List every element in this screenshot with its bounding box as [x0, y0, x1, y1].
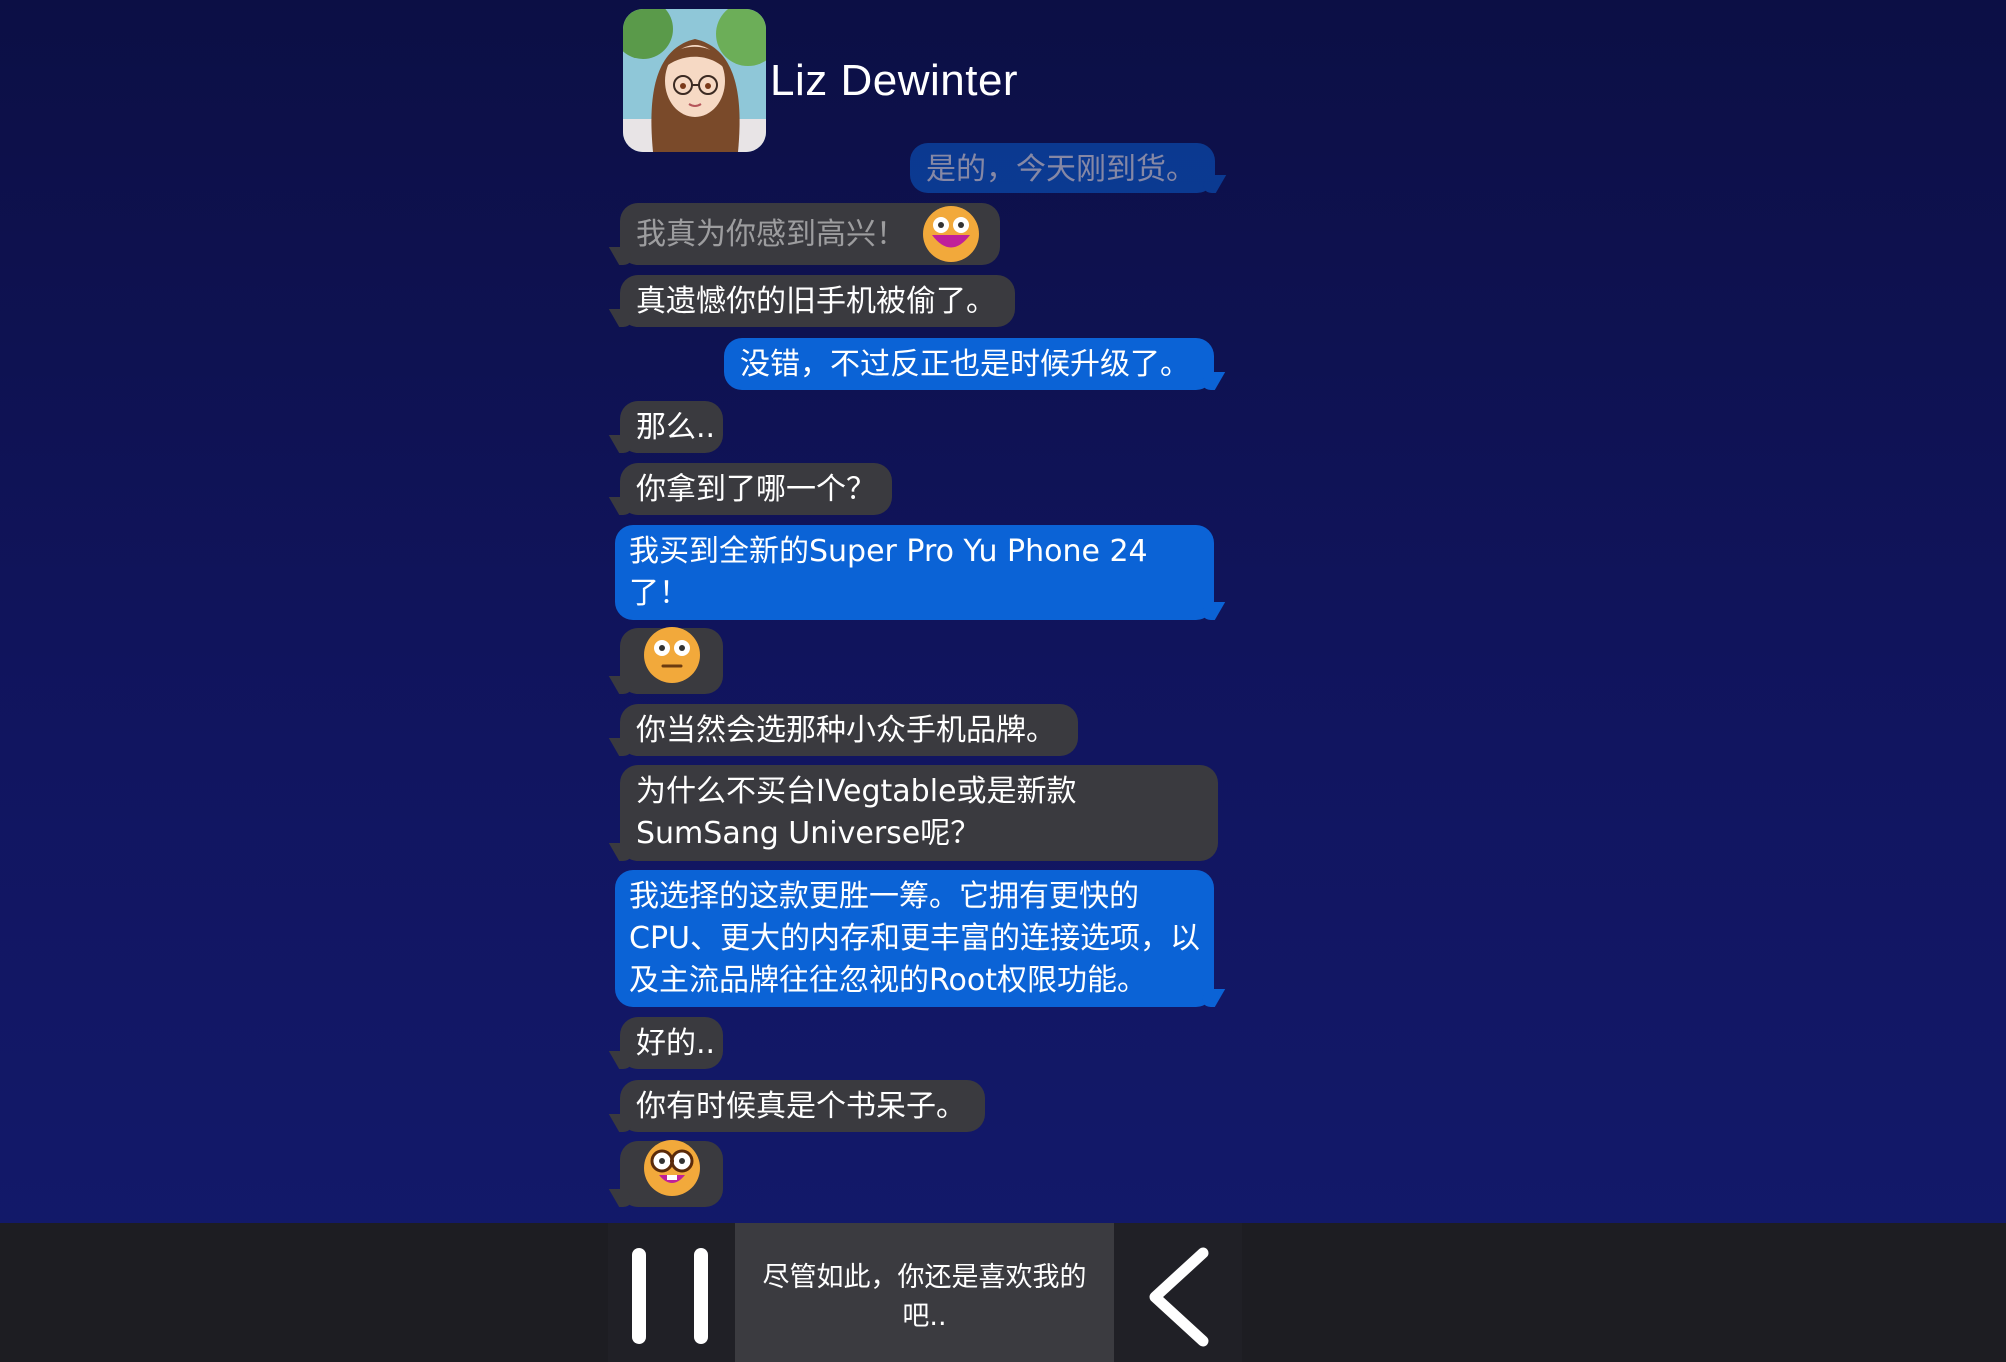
chat-header: Liz Dewinter: [623, 9, 1018, 152]
message-text: 我买到全新的Super Pro Yu Phone 24了！: [629, 534, 1148, 611]
nerd-face-emoji-icon: [643, 1139, 701, 1209]
message-bubble-incoming: 你当然会选那种小众手机品牌。: [620, 704, 1078, 756]
back-button[interactable]: [1145, 1247, 1215, 1347]
message-text: 那么..: [636, 410, 716, 445]
message-bubble-incoming: 我真为你感到高兴！: [620, 203, 1000, 265]
message-text: 为什么不买台IVegtable或是新款SumSang Universe呢？: [636, 774, 1077, 851]
message-text: 是的，今天刚到货。: [926, 152, 1196, 187]
neutral-face-emoji-icon: [643, 626, 701, 696]
message-bubble-incoming: 那么..: [620, 401, 723, 453]
message-text: 没错，不过反正也是时候升级了。: [740, 347, 1190, 382]
message-bubble-incoming: 为什么不买台IVegtable或是新款SumSang Universe呢？: [620, 765, 1218, 861]
message-bubble-incoming: [620, 1139, 723, 1209]
message-text: 我选择的这款更胜一筹。它拥有更快的CPU、更大的内存和更丰富的连接选项，以及主流…: [629, 879, 1200, 998]
message-text: 我真为你感到高兴！: [636, 217, 906, 252]
contact-name: Liz Dewinter: [770, 55, 1019, 105]
message-bubble-outgoing: 我买到全新的Super Pro Yu Phone 24了！: [615, 525, 1214, 620]
message-bubble-incoming: 你有时候真是个书呆子。: [620, 1080, 985, 1132]
message-bubble-incoming: 你拿到了哪一个？: [620, 463, 892, 515]
message-bubble-outgoing: 没错，不过反正也是时候升级了。: [724, 338, 1214, 390]
reply-choice-text: 尽管如此，你还是喜欢我的吧..: [762, 1262, 1087, 1332]
message-bubble-incoming: 好的..: [620, 1017, 723, 1069]
message-bubble-outgoing: 是的，今天刚到货。: [910, 143, 1215, 193]
message-text: 你有时候真是个书呆子。: [636, 1089, 966, 1124]
chevron-left-icon: [1145, 1247, 1215, 1351]
avatar: [623, 9, 766, 152]
message-text: 你当然会选那种小众手机品牌。: [636, 713, 1056, 748]
message-bubble-incoming: [620, 626, 723, 696]
message-text: 好的..: [636, 1026, 716, 1061]
grinning-face-emoji-icon: [922, 205, 980, 275]
message-text: 真遗憾你的旧手机被偷了。: [636, 284, 996, 319]
message-bubble-incoming: 真遗憾你的旧手机被偷了。: [620, 275, 1015, 327]
message-bubble-outgoing: 我选择的这款更胜一筹。它拥有更快的CPU、更大的内存和更丰富的连接选项，以及主流…: [615, 870, 1214, 1007]
reply-choice-button[interactable]: 尽管如此，你还是喜欢我的吧..: [735, 1223, 1114, 1362]
message-text: 你拿到了哪一个？: [636, 472, 876, 507]
pause-button[interactable]: [620, 1248, 720, 1348]
